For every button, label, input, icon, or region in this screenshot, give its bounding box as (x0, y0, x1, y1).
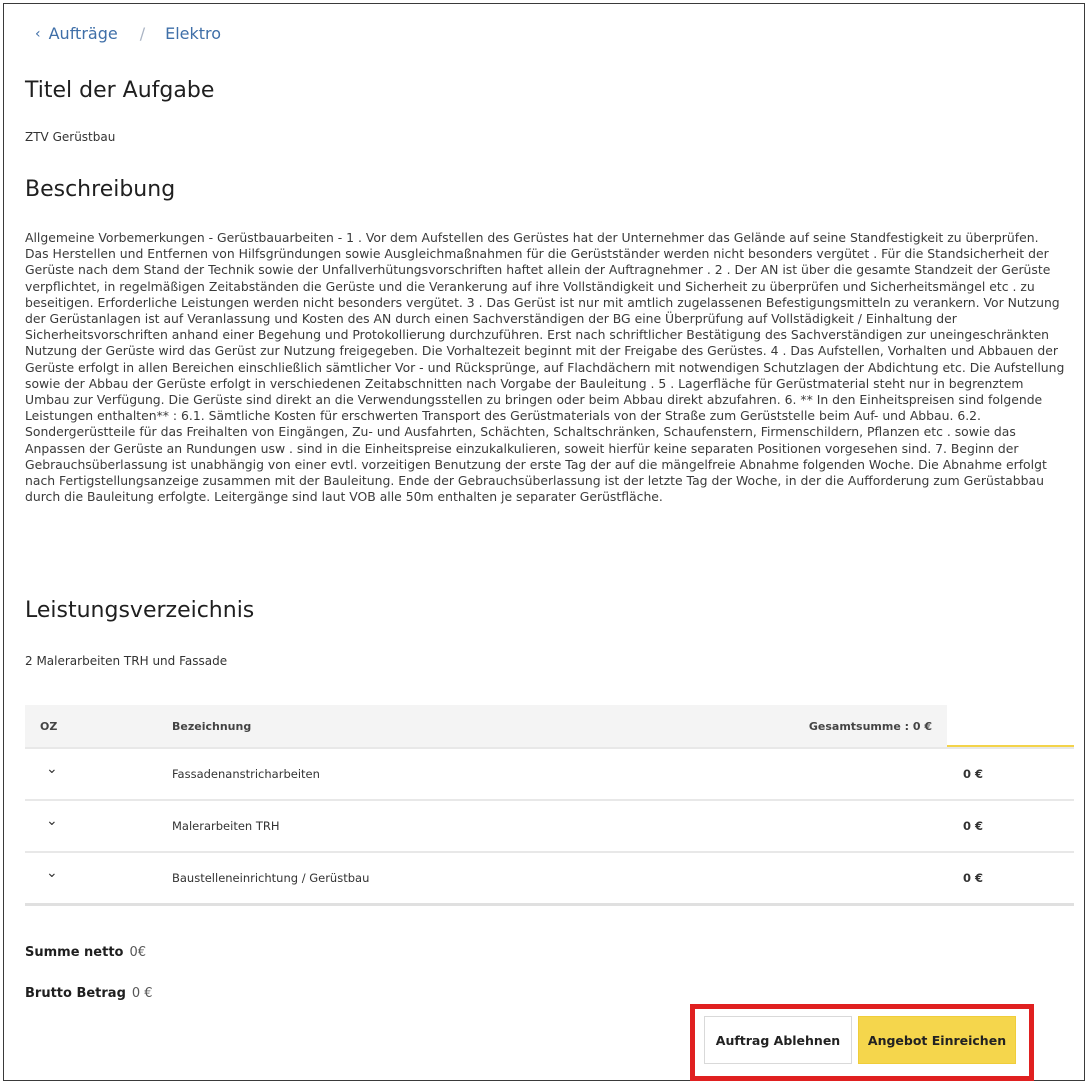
services-table: OZ Bezeichnung Gesamtsumme : 0 € ⌄ Fassa… (25, 705, 1074, 906)
column-total: Gesamtsumme : 0 € (808, 720, 932, 733)
table-row[interactable]: ⌄ Malerarbeiten TRH 0 € (25, 799, 1074, 851)
row-name: Malerarbeiten TRH (172, 819, 280, 833)
description-text: Allgemeine Vorbemerkungen - Gerüstbauarb… (25, 230, 1065, 505)
net-total-label: Summe netto (25, 945, 124, 960)
row-name: Fassadenanstricharbeiten (172, 767, 320, 781)
row-amount: 0 € (963, 819, 984, 833)
gross-total-label: Brutto Betrag (25, 986, 126, 1001)
services-heading: Leistungsverzeichnis (25, 598, 255, 623)
row-amount: 0 € (963, 871, 984, 885)
description-heading: Beschreibung (25, 177, 176, 202)
breadcrumb-separator: / (139, 24, 146, 43)
reject-order-button[interactable]: Auftrag Ablehnen (704, 1016, 852, 1064)
row-name: Baustelleneinrichtung / Gerüstbau (172, 871, 370, 885)
column-name[interactable]: Bezeichnung (172, 720, 251, 733)
gross-total-value: 0 € (131, 986, 153, 1001)
table-row[interactable]: ⌄ Baustelleneinrichtung / Gerüstbau 0 € (25, 851, 1074, 903)
chevron-down-icon[interactable]: ⌄ (46, 813, 58, 829)
net-total-value: 0€ (129, 945, 147, 960)
title-heading: Titel der Aufgabe (25, 78, 215, 103)
chevron-down-icon[interactable]: ⌄ (46, 761, 58, 777)
table-header: OZ Bezeichnung Gesamtsumme : 0 € (25, 705, 1074, 747)
table-footer-divider (25, 903, 1074, 906)
table-row[interactable]: ⌄ Fassadenanstricharbeiten 0 € (25, 747, 1074, 799)
column-oz[interactable]: OZ (40, 720, 57, 733)
services-subtitle: 2 Malerarbeiten TRH und Fassade (25, 654, 228, 668)
chevron-left-icon[interactable]: ‹ (35, 26, 41, 42)
page-frame (3, 3, 1085, 1081)
breadcrumb-back-link[interactable]: Aufträge (49, 24, 118, 43)
breadcrumb: ‹ Aufträge / Elektro (35, 24, 221, 43)
chevron-down-icon[interactable]: ⌄ (46, 865, 58, 881)
breadcrumb-current[interactable]: Elektro (165, 24, 221, 43)
gross-total: Brutto Betrag 0 € (25, 986, 153, 1001)
submit-offer-button[interactable]: Angebot Einreichen (858, 1016, 1016, 1064)
task-title-value: ZTV Gerüstbau (25, 130, 116, 144)
row-amount: 0 € (963, 767, 984, 781)
net-total: Summe netto 0€ (25, 945, 146, 960)
